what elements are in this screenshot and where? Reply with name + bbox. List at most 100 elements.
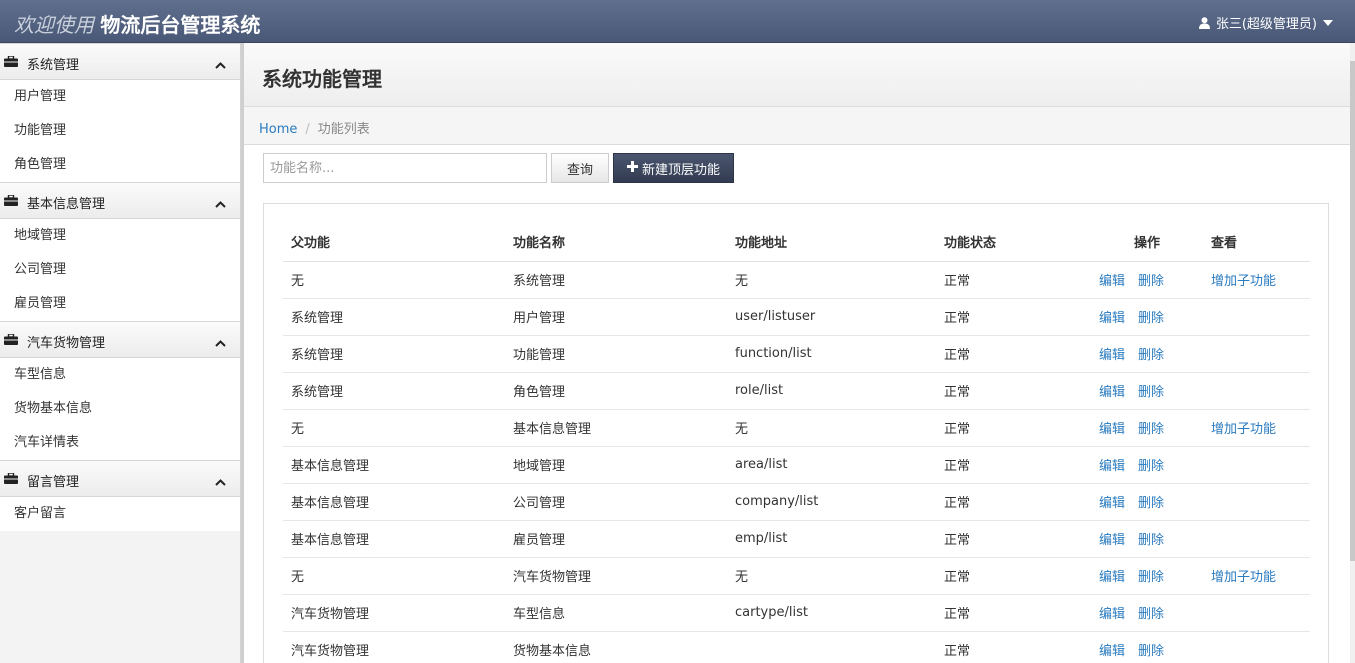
edit-link[interactable]: 编辑 (1099, 385, 1125, 400)
user-name: 张三(超级管理员) (1215, 17, 1317, 32)
cell-parent: 系统管理 (283, 372, 505, 410)
chevron-up-icon[interactable] (215, 58, 226, 73)
cell-actions: 编辑 删除 (1091, 298, 1203, 336)
table-row: 无系统管理无正常 编辑 删除 增加子功能 (283, 261, 1310, 299)
table-row: 基本信息管理 公司管理 company/list 正常 编辑 删除 (283, 483, 1310, 521)
search-input[interactable] (263, 153, 547, 183)
brand: 欢迎使用 物流后台管理系统 (14, 9, 260, 38)
edit-link[interactable]: 编辑 (1099, 570, 1125, 585)
chevron-up-icon[interactable] (215, 197, 226, 212)
toolbar: 查询 新建顶层功能 (263, 153, 735, 183)
sidebar-group-title: 汽车货物管理 (27, 336, 106, 351)
cell-actions: 编辑 删除 (1091, 557, 1203, 595)
delete-link[interactable]: 删除 (1138, 422, 1164, 437)
chevron-up-icon[interactable] (215, 336, 226, 351)
cell-name: 系统管理 (505, 261, 727, 299)
sidebar-group-header[interactable]: 系统管理 (0, 43, 240, 80)
sidebar-item[interactable]: 角色管理 (0, 148, 240, 182)
page-scrollbar[interactable] (1350, 43, 1355, 663)
cell-view (1203, 631, 1310, 663)
cell-url: role/list (727, 372, 936, 410)
cell-url: 无 (727, 261, 936, 299)
sidebar-item[interactable]: 雇员管理 (0, 287, 240, 321)
delete-link[interactable]: 删除 (1138, 311, 1164, 326)
table-row: 系统管理 角色管理 role/list 正常 编辑 删除 (283, 372, 1310, 410)
table-row: 无汽车货物管理无正常 编辑 删除 增加子功能 (283, 557, 1310, 595)
table-row: 汽车货物管理 车型信息 cartype/list 正常 编辑 删除 (283, 594, 1310, 632)
column-header-name: 功能名称 (505, 223, 727, 262)
delete-link[interactable]: 删除 (1138, 644, 1164, 659)
page-title: 系统功能管理 (262, 67, 382, 91)
cell-status: 正常 (936, 483, 1091, 521)
delete-link[interactable]: 删除 (1138, 459, 1164, 474)
cell-view (1203, 594, 1310, 632)
sidebar-item[interactable]: 用户管理 (0, 80, 240, 114)
add-child-function-link[interactable]: 增加子功能 (1211, 422, 1276, 437)
sidebar-group-items: 车型信息 货物基本信息 汽车详情表 (0, 358, 240, 460)
cell-parent: 系统管理 (283, 298, 505, 336)
sidebar-group-header[interactable]: 汽车货物管理 (0, 321, 240, 358)
cell-actions: 编辑 删除 (1091, 631, 1203, 663)
column-header-view: 查看 (1203, 223, 1310, 262)
function-table-panel: 父功能 功能名称 功能地址 功能状态 操作 查看 无系统管理无正常 编辑 删除 增加子… (263, 203, 1329, 663)
delete-link[interactable]: 删除 (1138, 533, 1164, 548)
sidebar-group-items: 地域管理 公司管理 雇员管理 (0, 219, 240, 321)
new-top-function-label: 新建顶层功能 (642, 162, 721, 178)
delete-link[interactable]: 删除 (1138, 496, 1164, 511)
cell-url: user/listuser (727, 298, 936, 336)
cell-status: 正常 (936, 594, 1091, 632)
sidebar-item[interactable]: 货物基本信息 (0, 392, 240, 426)
cell-actions: 编辑 删除 (1091, 594, 1203, 632)
delete-link[interactable]: 删除 (1138, 274, 1164, 289)
plus-icon (627, 160, 638, 176)
sidebar-group-header[interactable]: 留言管理 (0, 460, 240, 497)
cell-status: 正常 (936, 446, 1091, 484)
edit-link[interactable]: 编辑 (1099, 607, 1125, 622)
breadcrumb-home-link[interactable]: Home (259, 122, 297, 137)
cell-actions: 编辑 删除 (1091, 335, 1203, 373)
cell-name: 公司管理 (505, 483, 727, 521)
delete-link[interactable]: 删除 (1138, 570, 1164, 585)
cell-parent: 基本信息管理 (283, 446, 505, 484)
sidebar-group-items: 用户管理 功能管理 角色管理 (0, 80, 240, 182)
cell-url: 无 (727, 409, 936, 447)
top-navbar: 欢迎使用 物流后台管理系统 张三(超级管理员) (0, 0, 1355, 43)
sidebar-item[interactable]: 功能管理 (0, 114, 240, 148)
breadcrumb: Home / 功能列表 (244, 107, 1350, 145)
cell-view (1203, 298, 1310, 336)
cell-status: 正常 (936, 372, 1091, 410)
scrollbar-thumb[interactable] (1350, 61, 1355, 561)
briefcase-icon (4, 472, 18, 488)
user-menu[interactable]: 张三(超级管理员) (1198, 13, 1333, 32)
edit-link[interactable]: 编辑 (1099, 533, 1125, 548)
add-child-function-link[interactable]: 增加子功能 (1211, 274, 1276, 289)
cell-parent: 汽车货物管理 (283, 594, 505, 632)
sidebar-item[interactable]: 地域管理 (0, 219, 240, 253)
edit-link[interactable]: 编辑 (1099, 422, 1125, 437)
table-row: 系统管理 用户管理 user/listuser 正常 编辑 删除 (283, 298, 1310, 336)
delete-link[interactable]: 删除 (1138, 607, 1164, 622)
sidebar-item[interactable]: 汽车详情表 (0, 426, 240, 460)
add-child-function-link[interactable]: 增加子功能 (1211, 570, 1276, 585)
edit-link[interactable]: 编辑 (1099, 644, 1125, 659)
sidebar-item[interactable]: 公司管理 (0, 253, 240, 287)
edit-link[interactable]: 编辑 (1099, 496, 1125, 511)
edit-link[interactable]: 编辑 (1099, 274, 1125, 289)
table-row: 基本信息管理 雇员管理 emp/list 正常 编辑 删除 (283, 520, 1310, 558)
edit-link[interactable]: 编辑 (1099, 348, 1125, 363)
edit-link[interactable]: 编辑 (1099, 311, 1125, 326)
edit-link[interactable]: 编辑 (1099, 459, 1125, 474)
page-header: 系统功能管理 (244, 43, 1350, 107)
delete-link[interactable]: 删除 (1138, 385, 1164, 400)
sidebar-item[interactable]: 客户留言 (0, 497, 240, 531)
table-row: 汽车货物管理 货物基本信息 正常 编辑 删除 (283, 631, 1310, 663)
chevron-up-icon[interactable] (215, 475, 226, 490)
query-button[interactable]: 查询 (551, 153, 609, 183)
delete-link[interactable]: 删除 (1138, 348, 1164, 363)
briefcase-icon (4, 194, 18, 210)
sidebar-group-header[interactable]: 基本信息管理 (0, 182, 240, 219)
sidebar-item[interactable]: 车型信息 (0, 358, 240, 392)
caret-down-icon (1323, 19, 1333, 26)
cell-parent: 基本信息管理 (283, 483, 505, 521)
new-top-function-button[interactable]: 新建顶层功能 (613, 153, 735, 183)
